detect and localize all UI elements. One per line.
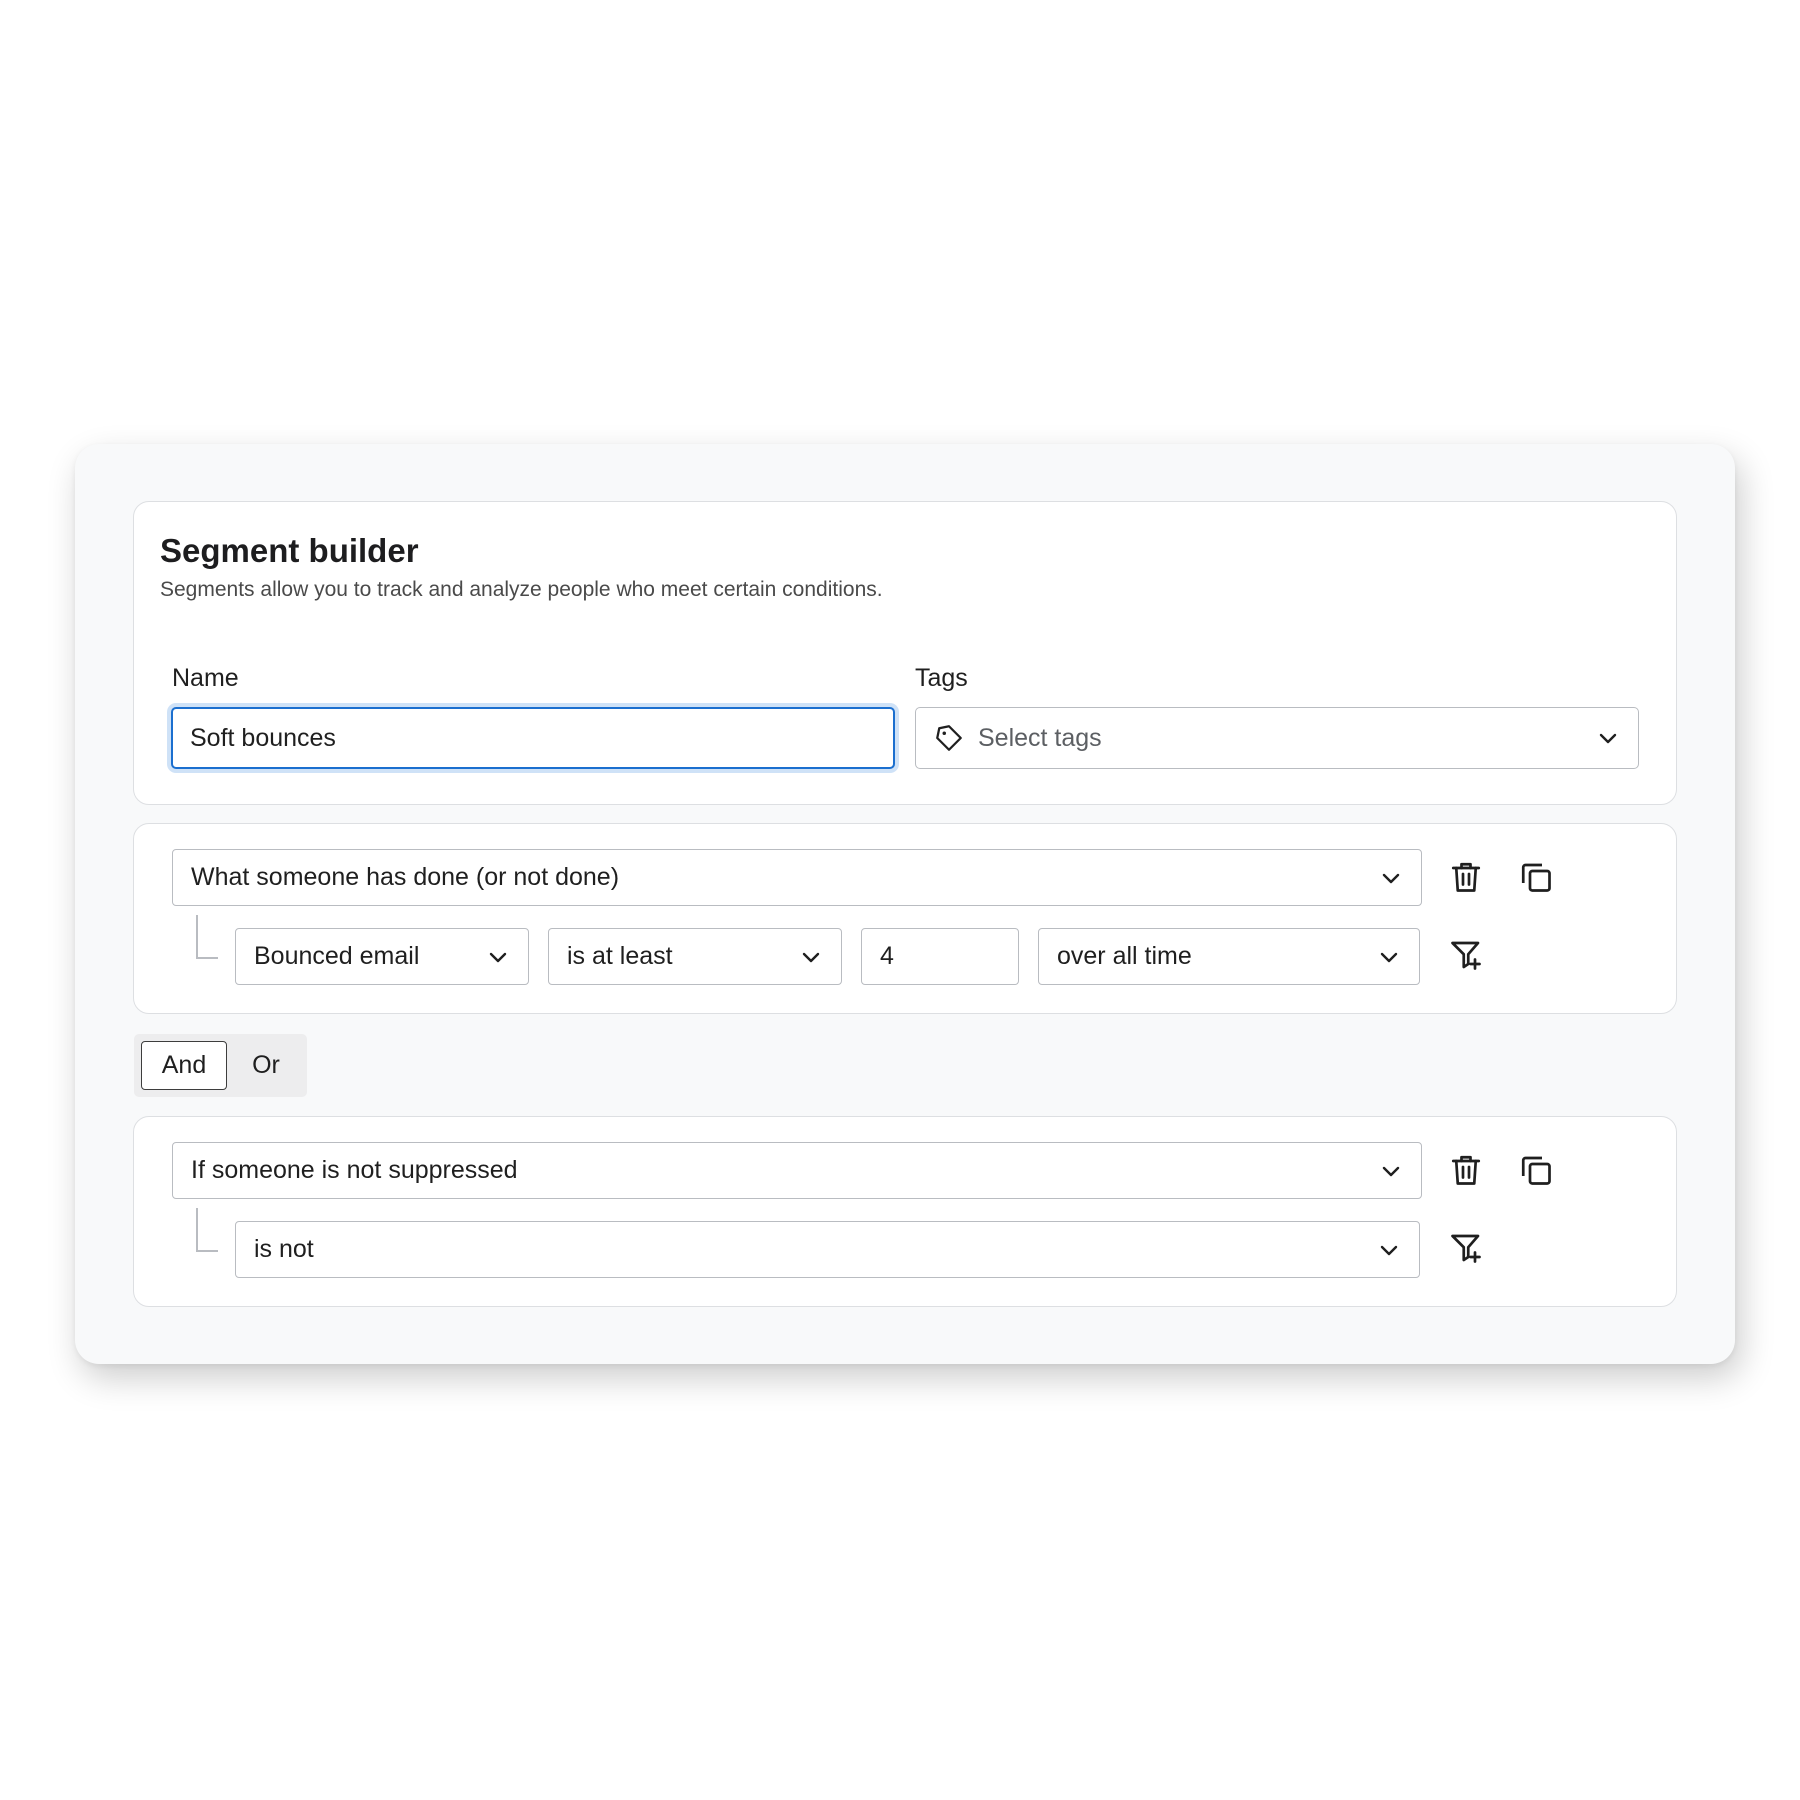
and-button[interactable]: And: [141, 1041, 227, 1090]
condition-type-select[interactable]: If someone is not suppressed: [172, 1142, 1422, 1199]
event-select[interactable]: Bounced email: [235, 928, 529, 985]
chevron-down-icon: [1382, 1166, 1400, 1176]
tags-label: Tags: [915, 664, 968, 692]
chevron-down-icon: [1380, 952, 1398, 962]
chevron-down-icon: [1380, 1245, 1398, 1255]
chevron-down-icon: [802, 952, 820, 962]
tags-select[interactable]: Select tags: [915, 707, 1639, 769]
condition-tree-connector: [196, 915, 218, 959]
logic-toggle: And Or: [134, 1034, 307, 1097]
count-input[interactable]: [861, 928, 1019, 985]
segment-details-card: Segment builder Segments allow you to tr…: [133, 501, 1677, 805]
add-filter-button[interactable]: [1446, 1228, 1486, 1268]
duplicate-condition-button[interactable]: [1516, 1150, 1556, 1190]
trash-icon: [1451, 1155, 1481, 1185]
condition-type-select[interactable]: What someone has done (or not done): [172, 849, 1422, 906]
trash-icon: [1451, 862, 1481, 892]
condition-tree-connector: [196, 1208, 218, 1252]
delete-condition-button[interactable]: [1446, 857, 1486, 897]
tags-placeholder: Select tags: [978, 723, 1102, 752]
condition-type-label: What someone has done (or not done): [191, 863, 620, 891]
operator-label: is at least: [567, 942, 673, 970]
duplicate-condition-button[interactable]: [1516, 857, 1556, 897]
delete-condition-button[interactable]: [1446, 1150, 1486, 1190]
chevron-down-icon: [489, 952, 507, 962]
chevron-down-icon: [1599, 733, 1617, 744]
event-label: Bounced email: [254, 942, 420, 970]
segment-builder-panel: Segment builder Segments allow you to tr…: [75, 444, 1735, 1364]
chevron-down-icon: [1382, 873, 1400, 883]
copy-icon: [1521, 863, 1551, 892]
add-filter-button[interactable]: [1446, 935, 1486, 975]
or-button[interactable]: Or: [230, 1041, 302, 1090]
timeframe-label: over all time: [1057, 942, 1192, 970]
filter-add-icon: [1451, 1234, 1481, 1263]
name-label: Name: [172, 664, 239, 692]
condition-type-label: If someone is not suppressed: [191, 1156, 518, 1184]
condition-group-2: If someone is not suppressed is not: [133, 1116, 1677, 1307]
timeframe-select[interactable]: over all time: [1038, 928, 1420, 985]
copy-icon: [1521, 1156, 1551, 1185]
filter-add-icon: [1451, 941, 1481, 970]
name-input[interactable]: [171, 707, 895, 769]
page-subtitle: Segments allow you to track and analyze …: [160, 578, 883, 601]
suppression-operator-select[interactable]: is not: [235, 1221, 1420, 1278]
operator-select[interactable]: is at least: [548, 928, 842, 985]
suppression-operator-label: is not: [254, 1235, 314, 1263]
condition-group-1: What someone has done (or not done) Boun…: [133, 823, 1677, 1014]
page-title: Segment builder: [160, 532, 419, 569]
tag-icon: [936, 725, 962, 751]
